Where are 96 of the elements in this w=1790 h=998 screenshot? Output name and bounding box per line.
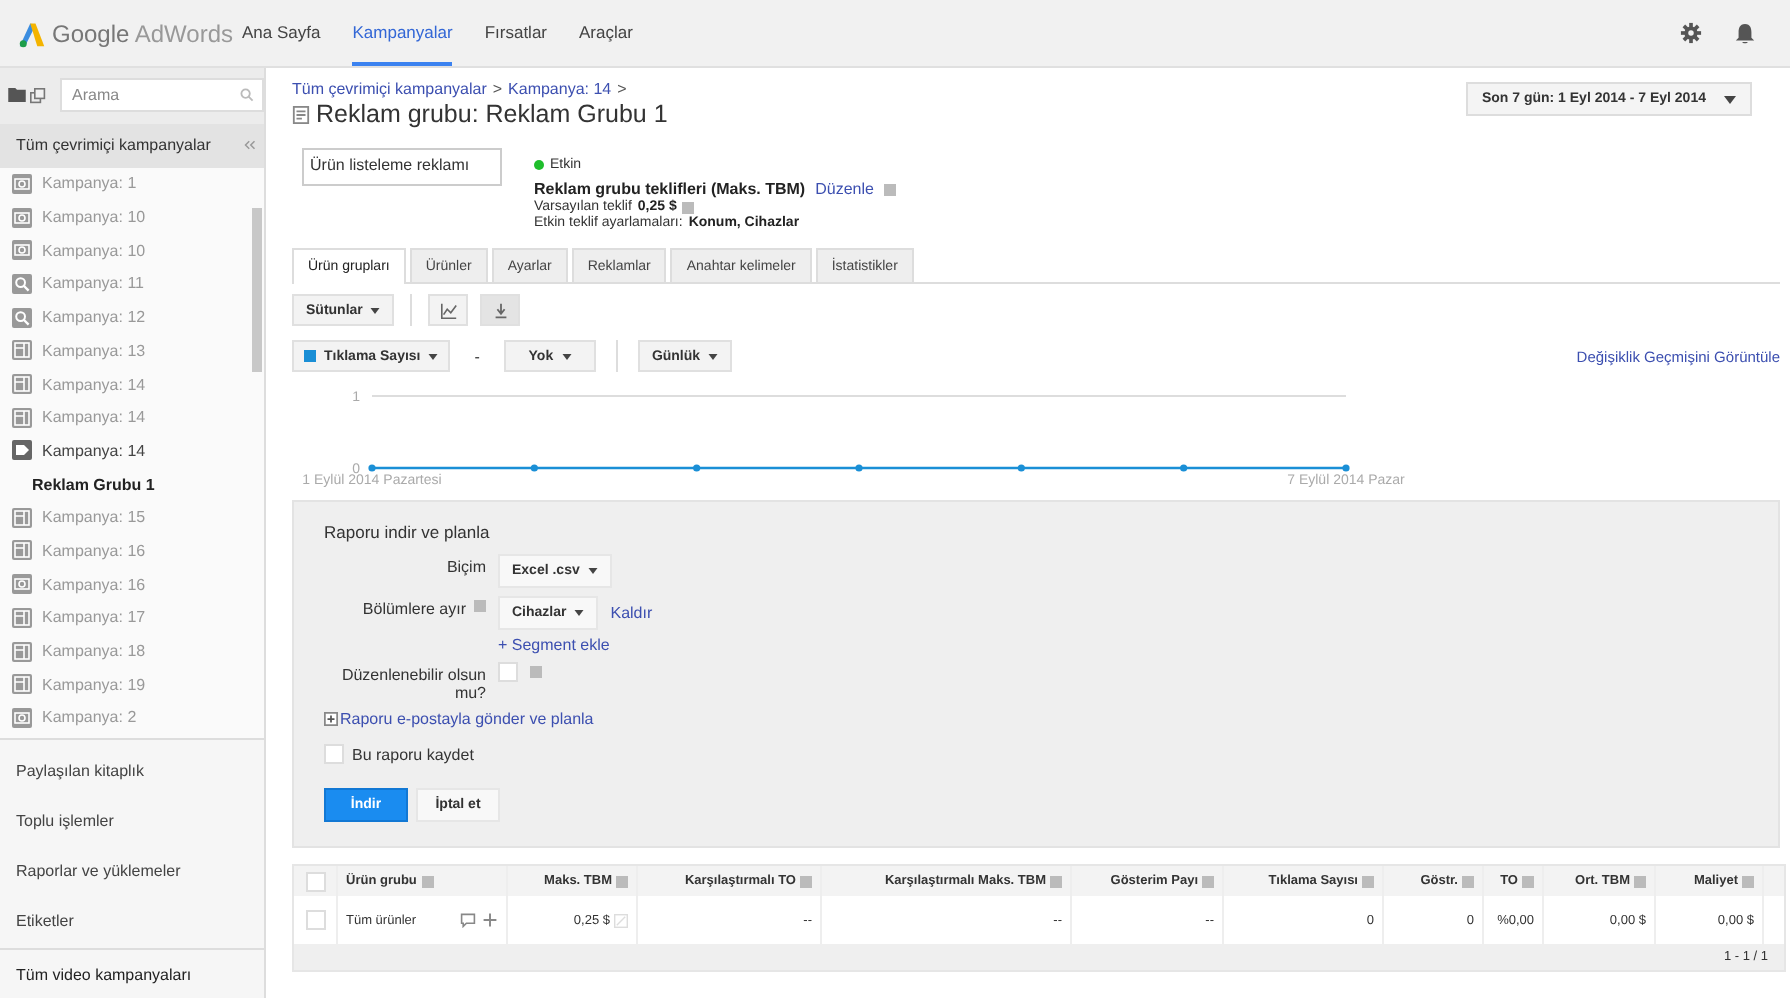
comment-icon[interactable] [460,912,476,928]
layout-icon [12,374,32,395]
breadcrumb-link[interactable]: Tüm çevrimiçi kampanyalar [292,80,487,98]
breadcrumb-separator: > [492,80,503,98]
help-icon[interactable] [1634,875,1646,887]
layout-icon [12,507,32,528]
help-icon[interactable] [1202,875,1214,887]
help-icon[interactable] [422,875,435,887]
camera-icon [12,240,32,261]
collapse-icon[interactable] [244,140,256,151]
settings-icon[interactable] [1680,22,1702,44]
bids-heading: Reklam grubu teklifleri (Maks. TBM) [534,180,806,198]
layout-icon [12,407,32,428]
email-report-link[interactable]: Raporu e-postayla gönder ve planla [340,710,594,728]
sidebar-link[interactable]: Toplu işlemler [0,796,264,847]
layout-icon [12,674,32,695]
nav-tab[interactable]: Ana Sayfa [242,0,321,66]
sidebar-link[interactable]: Tüm video kampanyaları [0,948,264,998]
caret-icon [574,610,585,616]
layout-icon [12,340,32,361]
document-icon [292,105,310,123]
caret-icon [428,353,439,359]
help-icon[interactable] [1462,875,1474,887]
data-point [1180,464,1188,472]
expand-icon[interactable] [324,712,338,726]
tag-icon [12,440,32,461]
nav-tab[interactable]: Kampanyalar [352,0,453,66]
sidebar-link[interactable]: Raporlar ve yüklemeler [0,846,264,897]
format-label: Biçim [444,556,488,580]
checkbox[interactable] [498,662,518,682]
data-point [368,464,376,472]
caret-icon [708,353,719,359]
scrollbar[interactable] [252,207,262,372]
save-report-label: Bu raporu kaydet [352,745,474,763]
caret-icon [587,568,598,574]
checkbox[interactable] [324,744,344,764]
camera-icon [12,574,32,595]
checkbox[interactable] [305,871,325,891]
logo-icon [18,19,46,47]
line-chart-icon [439,301,458,319]
layout-icon [12,641,32,662]
help-icon[interactable] [682,201,695,213]
sidebar-heading[interactable]: Tüm çevrimiçi kampanyalar [16,136,211,155]
sidebar-link[interactable]: Etiketler [0,896,264,947]
download-icon [491,301,510,319]
breadcrumb-link[interactable]: Kampanya: 14 [508,80,612,98]
remove-link[interactable]: Kaldır [610,604,653,622]
bell-icon[interactable] [1734,21,1756,45]
help-icon[interactable] [1362,875,1374,887]
camera-icon [12,173,32,194]
help-icon[interactable] [530,666,542,678]
add-segment-link[interactable]: + Segment ekle [498,636,610,654]
layout-icon [12,540,32,561]
campaign-item[interactable]: Kampanya: 14 [42,441,146,460]
camera-icon [12,707,32,728]
data-point [530,464,538,472]
help-icon[interactable] [1742,875,1754,887]
page-title: Reklam grubu: Reklam Grubu 1 [316,100,668,128]
sidebar-link[interactable]: Paylaşılan kitaplık [0,746,264,797]
help-icon[interactable] [1522,875,1534,887]
download-button[interactable] [480,294,521,326]
editable-label: Düzenlenebilir olsun mu? [339,664,488,702]
dash: - [472,347,482,365]
segment-label: Bölümlere ayır [362,600,466,618]
ad-type-box: Ürün listeleme reklamı [302,148,502,186]
windows-icon[interactable] [30,87,46,104]
nav-tab[interactable]: Araçlar [579,0,633,66]
search-field[interactable]: Arama [60,78,264,113]
data-point [693,464,701,472]
nav-tab[interactable]: Fırsatlar [484,0,547,66]
edit-icon[interactable] [614,913,628,927]
data-point [855,464,863,472]
breadcrumb-separator: > [617,80,627,98]
caret-icon [561,353,572,359]
data-point [1017,464,1025,472]
help-icon[interactable] [1050,875,1062,887]
search-icon [12,273,32,294]
checkbox[interactable] [305,910,325,930]
help-icon[interactable] [883,183,896,195]
caret-icon [1724,95,1736,103]
ad-group-item[interactable]: Reklam Grubu 1 [0,467,264,501]
search-icon [12,307,32,328]
data-point [1342,464,1350,472]
folder-icon[interactable] [8,88,26,103]
edit-link[interactable]: Düzenle [815,180,874,198]
plus-icon[interactable] [482,912,498,928]
search-icon[interactable] [240,88,254,103]
help-icon[interactable] [800,875,812,887]
camera-icon [12,207,32,228]
layout-icon [12,607,32,628]
logo-text: Google AdWords [52,19,234,47]
chart-button[interactable] [428,294,469,326]
help-icon[interactable] [474,600,486,612]
help-icon[interactable] [616,875,628,887]
report-title: Raporu indir ve planla [324,522,492,542]
caret-icon [370,307,381,313]
